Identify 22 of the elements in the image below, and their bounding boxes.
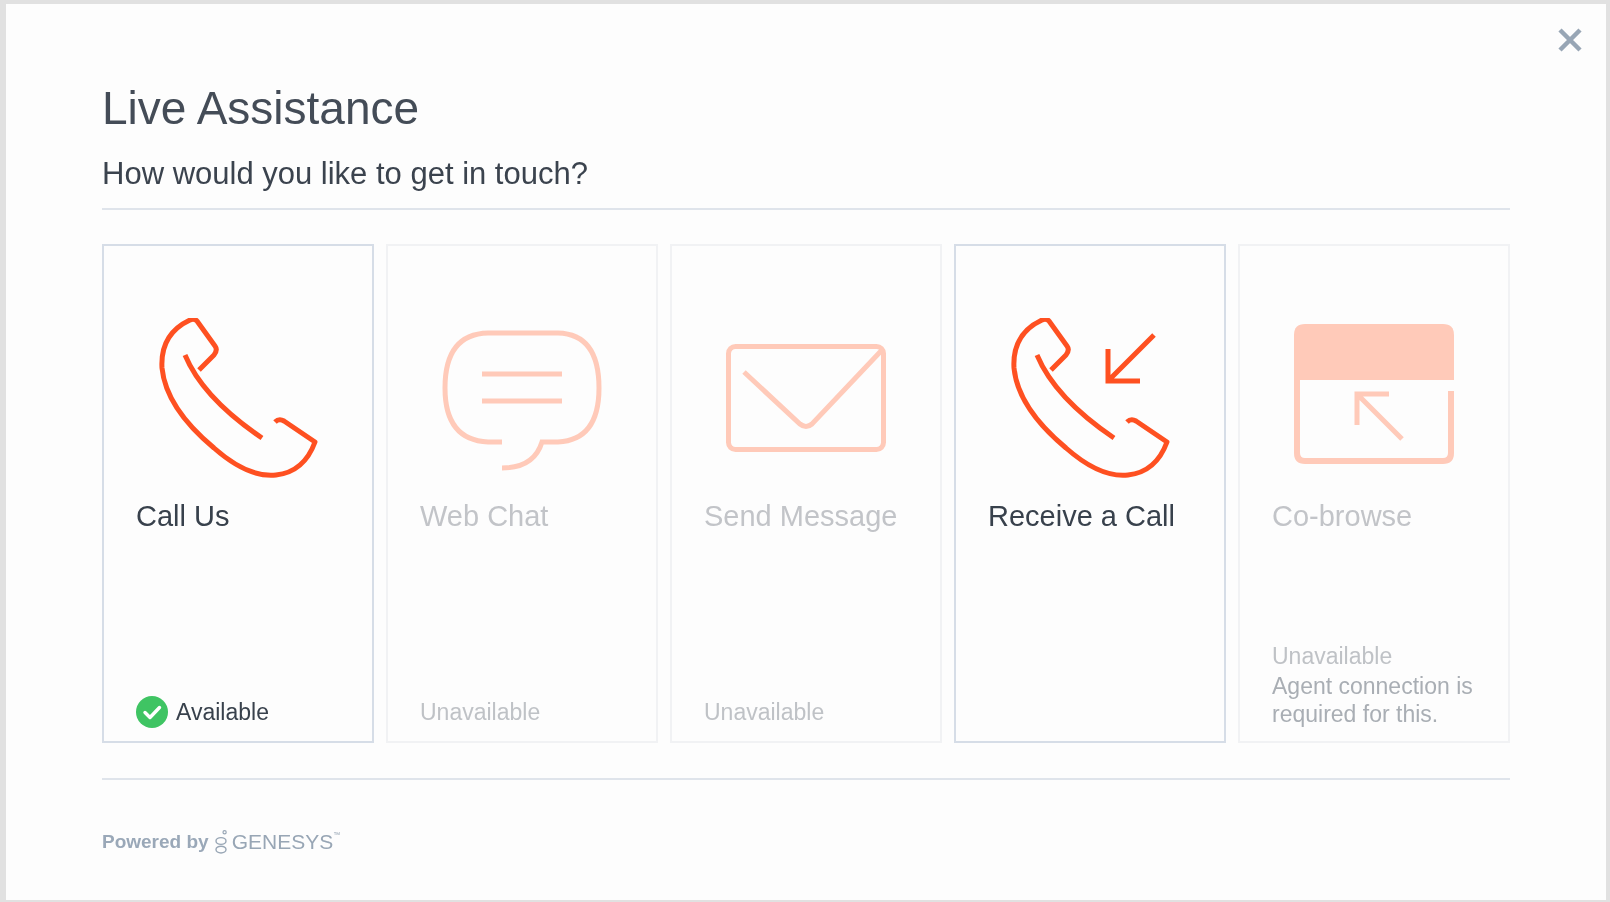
status-label: Unavailable (704, 698, 825, 727)
option-title: Call Us (136, 499, 230, 533)
option-title: Web Chat (420, 499, 549, 533)
dialog-subtitle: How would you like to get in touch? (102, 155, 588, 193)
dialog-title: Live Assistance (102, 81, 420, 135)
check-circle-icon (136, 696, 168, 728)
close-button[interactable] (1558, 28, 1582, 52)
phone-arrow-icon (1010, 318, 1170, 478)
option-title: Co-browse (1272, 499, 1413, 533)
status-label: Unavailable (420, 698, 541, 727)
status-label: Available (176, 698, 269, 727)
option-title: Receive a Call (988, 499, 1175, 533)
brand-name: GENESYS$^{™}$ (231, 830, 341, 854)
status-label: Unavailable (1272, 642, 1393, 671)
logo-icon (214, 830, 227, 854)
powered-by-label: Powered by (102, 830, 209, 854)
contact-option-card[interactable]: Call Us Available (102, 244, 374, 743)
phone-icon (158, 318, 318, 478)
contact-option-card[interactable]: Receive a Call (954, 244, 1226, 743)
close-icon (1558, 28, 1582, 52)
option-title: Send Message (704, 499, 898, 533)
note-text: Agent connection is required for this. (1272, 672, 1474, 728)
